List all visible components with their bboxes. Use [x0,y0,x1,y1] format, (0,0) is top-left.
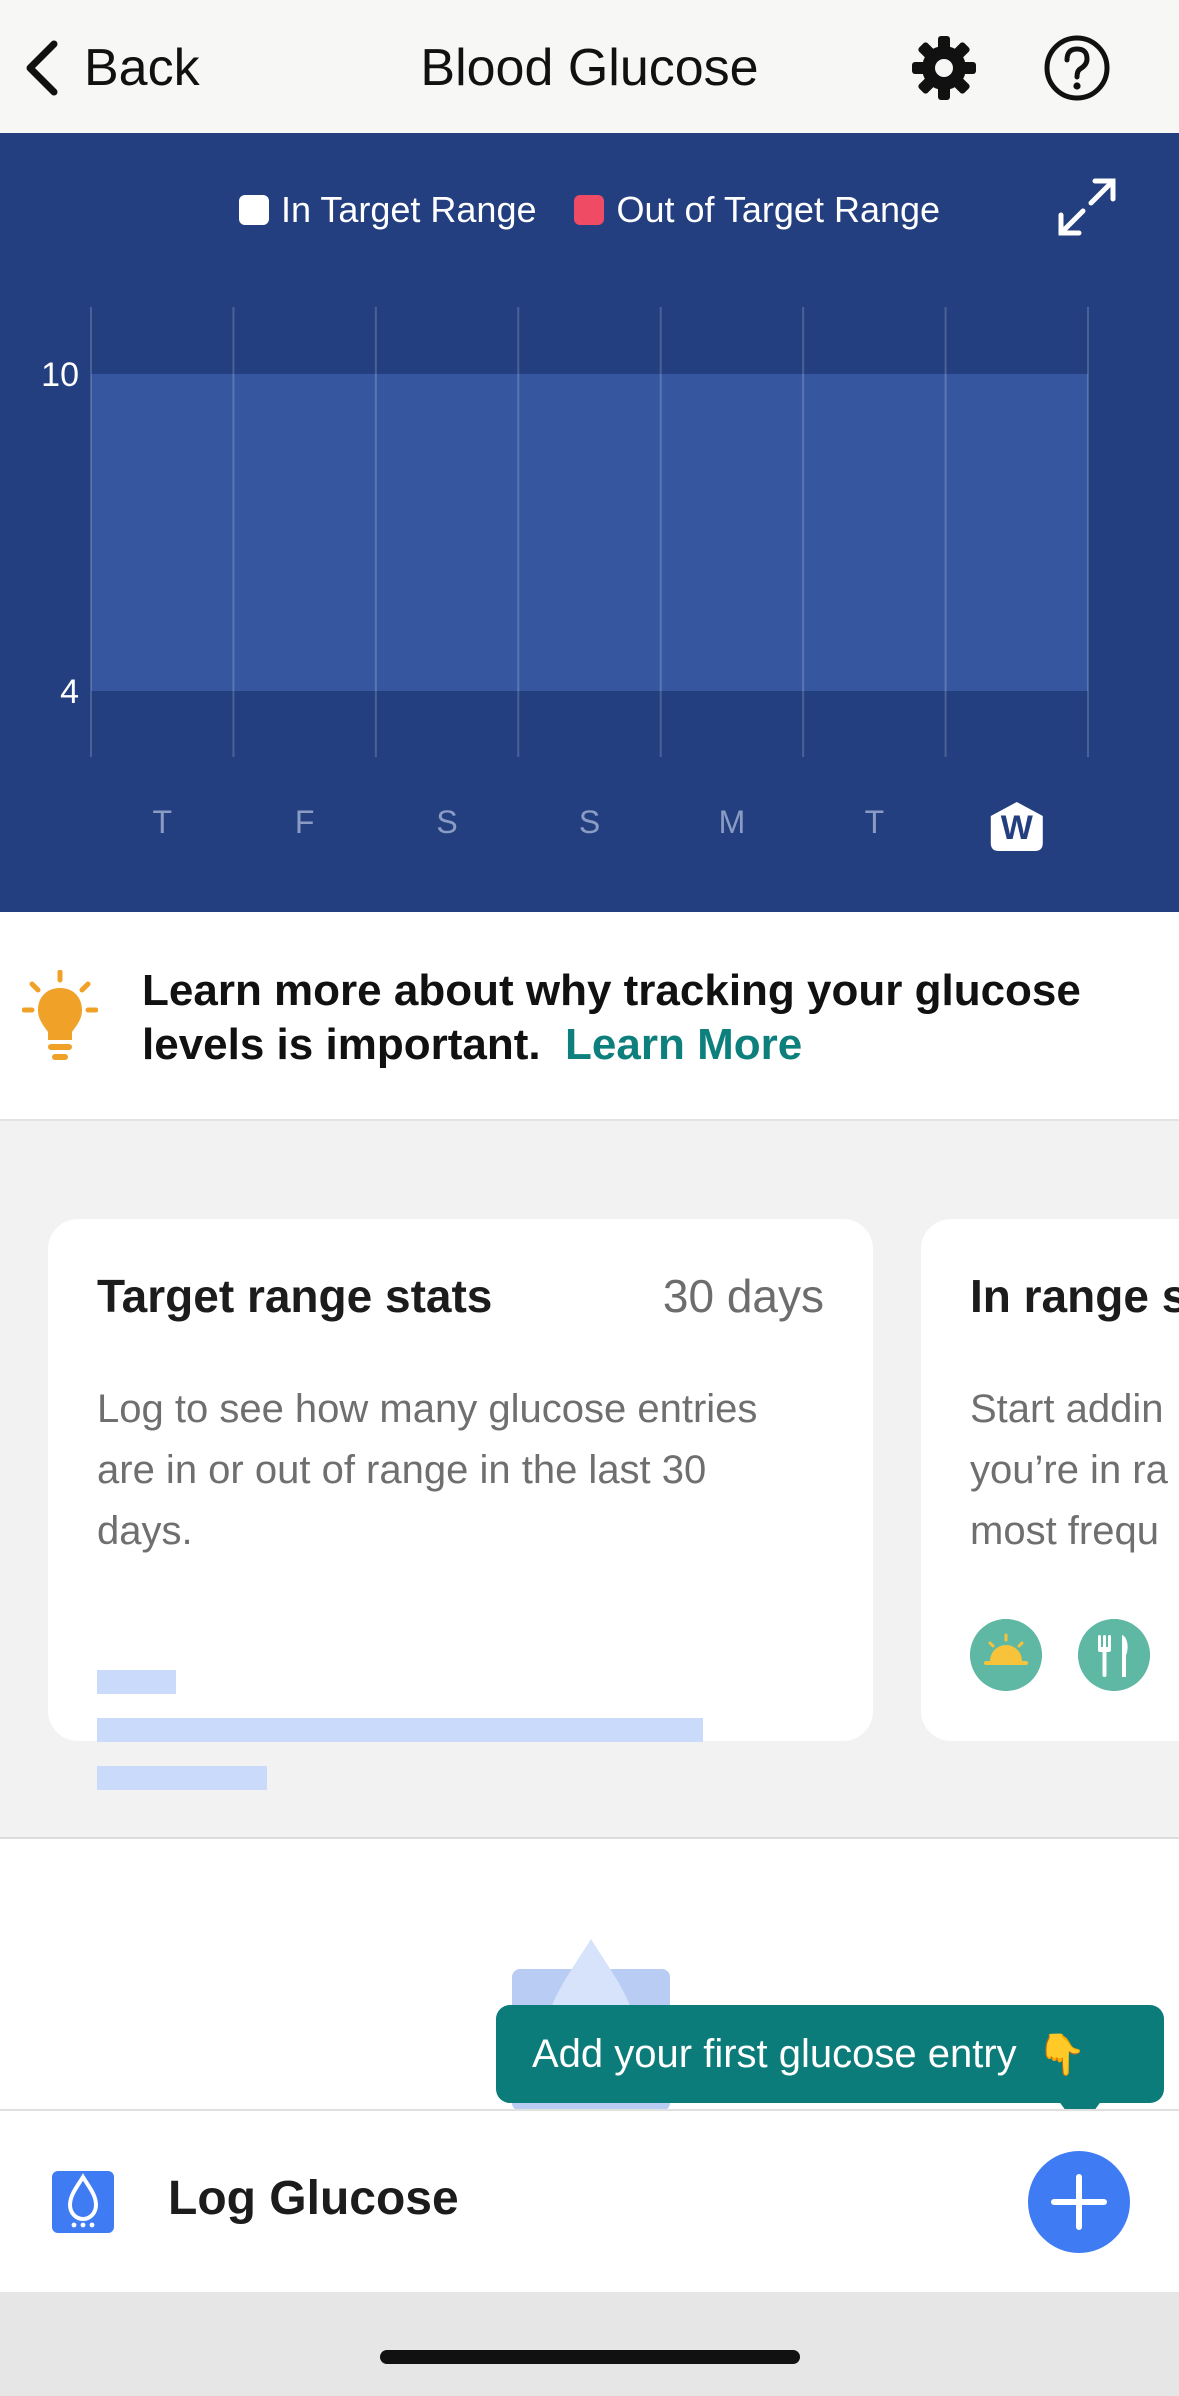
log-glucose-bar[interactable]: Log Glucose [0,2109,1179,2292]
x-tick-label-selected: W [1001,809,1034,847]
x-tick-label: F [295,804,315,840]
learn-more-banner: Learn more about why tracking your gluco… [0,912,1179,1121]
nav-bar: Back Blood Glucose [0,0,1179,133]
stats-carousel[interactable]: Target range stats 30 days Log to see ho… [0,1121,1179,1839]
y-tick-label: 10 [41,356,79,394]
pointing-down-icon: 👇 [1036,2032,1087,2077]
card-title: Target range stats [97,1270,493,1322]
add-entry-button[interactable] [1028,2151,1130,2253]
x-tick-label: T [152,804,172,840]
card-description: Log to see how many glucose entries are … [97,1387,758,1553]
home-indicator-area [0,2292,1179,2396]
skeleton-bar [97,1718,703,1742]
legend-label-out-of-range: Out of Target Range [616,189,941,230]
tooltip-text: Add your first glucose entry [532,2031,1017,2076]
first-entry-tooltip[interactable]: Add your first glucose entry 👇 [496,2005,1164,2103]
x-tick-label: T [865,804,885,840]
learn-more-link[interactable]: Learn More [565,1020,802,1069]
settings-button[interactable] [910,34,978,102]
glucose-drop-icon [52,2171,114,2233]
glucose-chart[interactable]: 10 4 T F S S M T W In Target Range Out of Target… [0,133,1179,912]
skeleton-bar [97,1766,267,1790]
chart-plot: 10 4 T F S S M T W [41,307,1089,851]
question-circle-icon [1044,35,1110,101]
target-range-band [91,374,1088,691]
legend-swatch-in-range [238,195,269,225]
page-title: Blood Glucose [420,39,759,97]
home-indicator[interactable] [380,2350,800,2364]
gear-icon [912,36,976,100]
legend-swatch-out-of-range [574,195,605,225]
x-tick-label: S [436,804,457,840]
sunrise-icon [970,1619,1042,1691]
learn-more-text: Learn more about why tracking your gluco… [142,964,1152,1072]
card-title: In range s [970,1270,1179,1322]
expand-button[interactable] [1055,175,1119,239]
help-button[interactable] [1043,34,1111,102]
log-glucose-label[interactable]: Log Glucose [168,2171,459,2226]
x-tick-label: S [579,804,600,840]
card-description: Start addin you’re in ra most frequ [970,1387,1168,1553]
fork-knife-icon [1078,1619,1150,1691]
expand-arrows-icon [1058,178,1116,236]
x-tick-label: M [719,804,746,840]
legend-item-out-of-range: Out of Target Range [574,189,940,231]
card-period: 30 days [662,1270,824,1322]
y-tick-label: 4 [60,673,79,711]
legend-label-in-range: In Target Range [280,189,537,230]
skeleton-bar [97,1670,176,1694]
target-range-stats-card[interactable]: Target range stats 30 days Log to see ho… [48,1219,873,1790]
in-range-stats-card[interactable]: In range s Start addin you’re in ra most… [921,1219,1179,1741]
plus-icon [1051,2174,1107,2230]
lightbulb-icon [22,970,98,1060]
legend-item-in-range: In Target Range [238,189,537,231]
chart-legend: In Target Range Out of Target Range [0,189,1179,231]
